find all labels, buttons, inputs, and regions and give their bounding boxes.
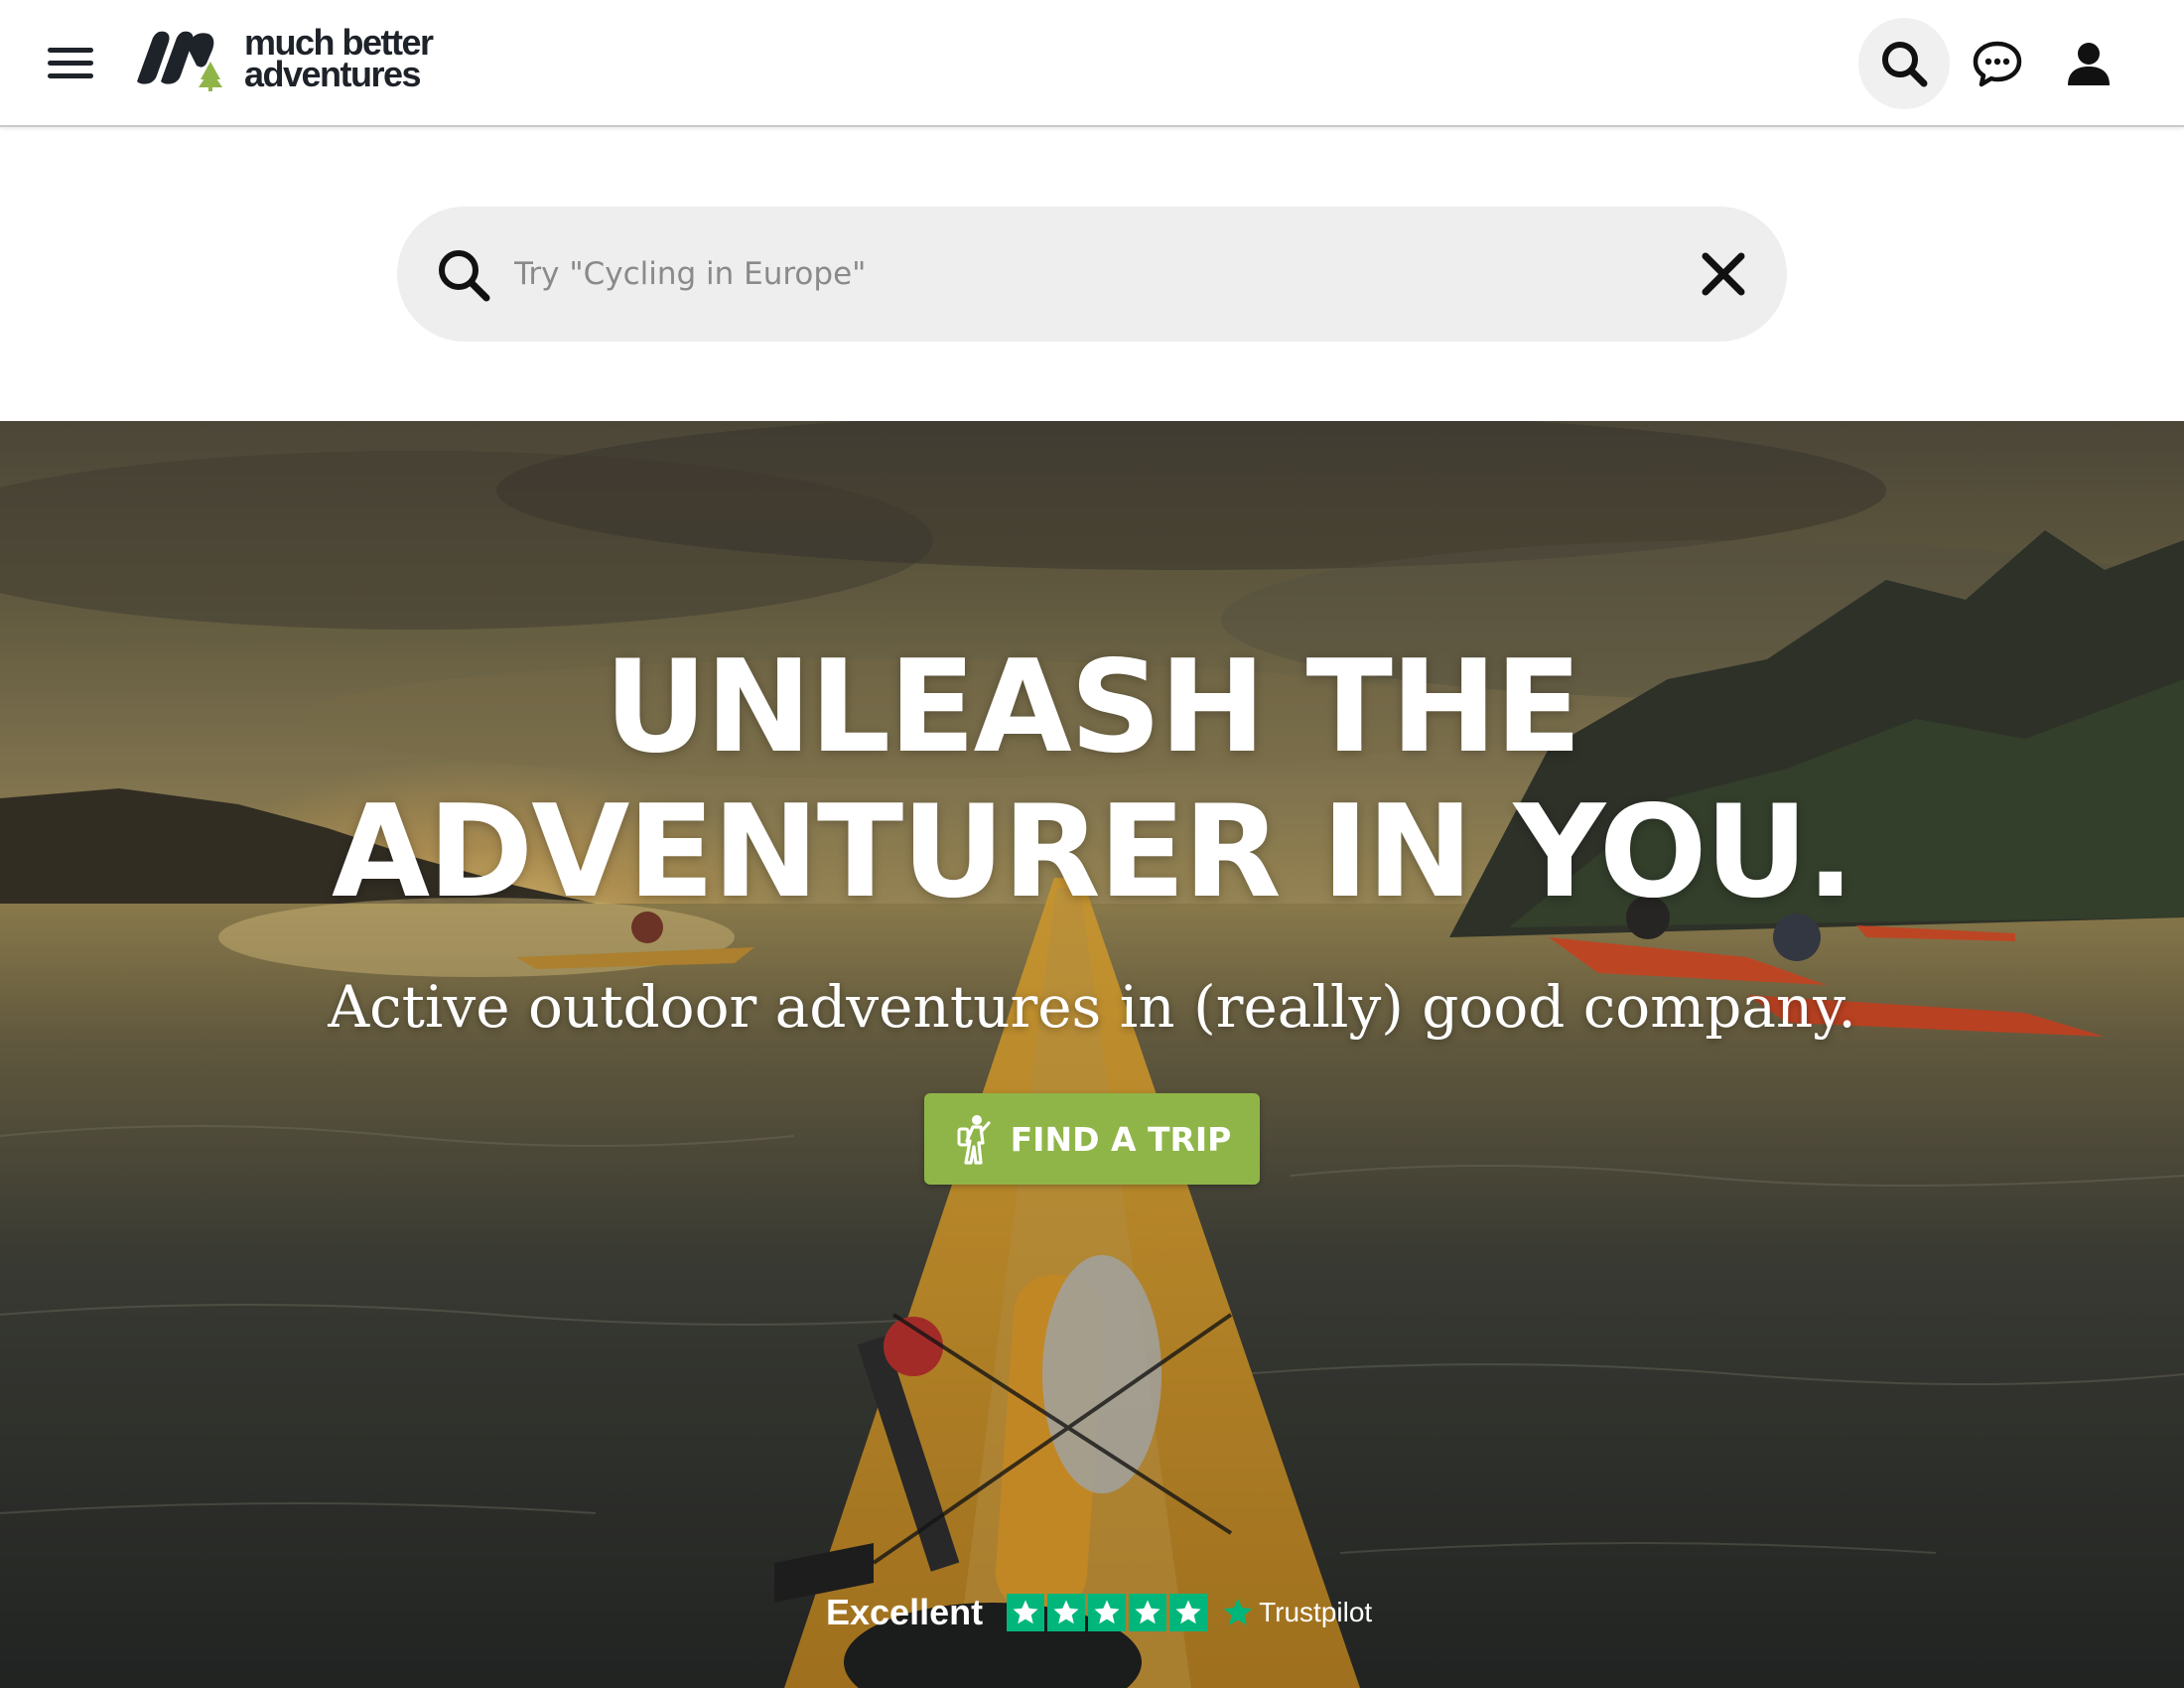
brand-logo[interactable]: much better adventures [131, 24, 434, 94]
header-search-button[interactable] [1858, 18, 1950, 109]
menu-button[interactable] [40, 38, 101, 89]
star-icon [1088, 1594, 1127, 1631]
hiker-icon [957, 1115, 991, 1165]
star-icon [1129, 1594, 1167, 1631]
trustpilot-rating-label: Excellent [826, 1592, 984, 1632]
hero-title: UNLEASH THE ADVENTURER IN YOU. [0, 635, 2184, 925]
search-icon [439, 250, 490, 302]
search-input[interactable] [514, 244, 1626, 304]
close-icon [1702, 252, 1745, 296]
hero-overlay [0, 421, 2184, 1688]
header-chat-button[interactable] [1952, 18, 2043, 109]
search-bar [397, 207, 1787, 342]
trustpilot-logo-star-icon [1223, 1598, 1253, 1625]
logo-mark-icon [137, 31, 222, 91]
hero-subtitle: Active outdoor adventures in (really) go… [328, 973, 1856, 1041]
logo-text-line2: adventures [244, 54, 422, 94]
star-icon [1007, 1594, 1045, 1631]
hero-title-line1: UNLEASH THE [604, 633, 1582, 781]
chat-icon [1973, 41, 2022, 87]
trustpilot-widget[interactable]: Excellent Trustpilot [826, 1591, 1372, 1634]
find-a-trip-label: FIND A TRIP [1010, 1119, 1232, 1159]
user-icon [2068, 43, 2110, 85]
find-a-trip-button[interactable]: FIND A TRIP [924, 1093, 1260, 1185]
search-field-icon-wrap [433, 244, 494, 306]
site-header: much better adventures [0, 0, 2184, 127]
logo-wordmark: much better adventures [244, 25, 434, 94]
star-icon [1047, 1594, 1086, 1631]
header-account-button[interactable] [2043, 18, 2134, 109]
hero-section: UNLEASH THE ADVENTURER IN YOU. Active ou… [0, 421, 2184, 1688]
trustpilot-brand: Trustpilot [1259, 1597, 1373, 1627]
menu-icon [48, 48, 93, 78]
search-icon [1882, 42, 1928, 87]
hero-title-line2: ADVENTURER IN YOU. [331, 778, 1854, 926]
star-icon [1169, 1594, 1208, 1631]
trustpilot-stars [1007, 1594, 1208, 1631]
clear-search-button[interactable] [1690, 240, 1757, 308]
